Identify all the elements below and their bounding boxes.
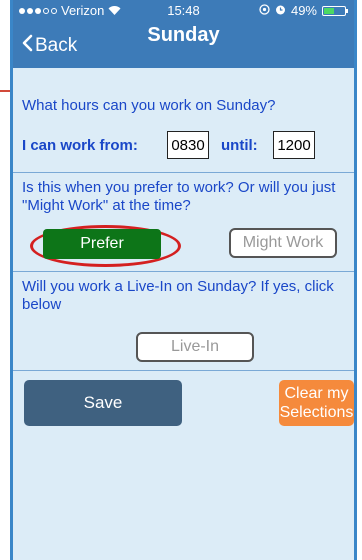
phone-screen: Verizon 15:48 49% Back Sunday What hours… [10,0,357,560]
live-in-button[interactable]: Live-In [136,332,254,362]
clear-label-line1: Clear my [284,385,349,402]
divider [13,172,354,173]
location-icon [259,3,270,18]
preference-question: Is this when you prefer to work? Or will… [22,179,336,214]
page-title: Sunday [147,24,220,46]
from-time-input[interactable]: 0830 [167,131,209,159]
divider [13,370,354,371]
battery-percent: 49% [290,3,317,18]
clear-label-line2: Selections [279,404,354,421]
live-in-question: Will you work a Live-In on Sunday? If ye… [22,278,334,313]
until-label: until: [221,137,258,154]
status-right: 49% [259,3,348,18]
save-button[interactable]: Save [24,380,182,426]
status-bar: Verizon 15:48 49% [13,0,354,22]
from-label: I can work from: [22,137,138,154]
until-time-input[interactable]: 1200 [273,131,315,159]
clear-selections-button[interactable]: Clear my Selections [279,380,354,426]
battery-icon [322,5,348,16]
nav-bar: Back Sunday [13,22,354,68]
hours-question: What hours can you work on Sunday? [22,97,276,114]
might-work-button[interactable]: Might Work [229,228,337,258]
divider [13,271,354,272]
alarm-icon [275,3,286,18]
header: Verizon 15:48 49% Back Sunday [13,0,354,68]
prefer-button[interactable]: Prefer [43,229,161,259]
battery-level [324,7,334,14]
